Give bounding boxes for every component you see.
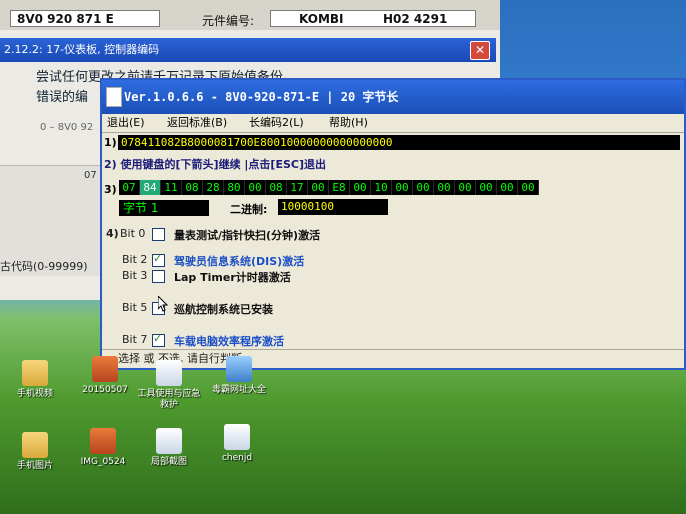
hex-coding-string[interactable]: 078411082B8000081700E8001000000000000000… (118, 135, 680, 150)
bit-checkbox[interactable] (152, 228, 165, 241)
bit-description: 巡航控制系统已安装 (174, 303, 273, 316)
row2-label: 2) (104, 158, 117, 171)
byte-cell[interactable]: 80 (224, 180, 245, 195)
dialog-title: Ver.1.0.6.6 - 8V0-920-871-E | 20 字节长 (124, 90, 399, 104)
row2-text: 使用键盘的[下箭头]继续 |点击[ESC]退出 (120, 158, 326, 171)
document-icon (156, 360, 182, 386)
bit-label: Bit 7 (122, 333, 148, 346)
background-title-text: 2.12.2: 17-仪表板, 控制器编码 (4, 43, 160, 56)
desktop-icon[interactable]: 20150507 (70, 356, 140, 396)
row1-label: 1) (104, 136, 117, 149)
coding-dialog: Ver.1.0.6.6 - 8V0-920-871-E | 20 字节长 退出(… (100, 78, 686, 370)
app-icon (106, 87, 122, 107)
desktop-icon[interactable]: IMG_0524 (68, 428, 138, 468)
desktop-icon[interactable]: 毒霸网址大全 (204, 356, 274, 396)
document-icon (224, 424, 250, 450)
dialog-title-bar: Ver.1.0.6.6 - 8V0-920-871-E | 20 字节长 (102, 80, 684, 114)
row4-label: 4) (106, 227, 119, 240)
desktop-icon-label: 局部截图 (150, 457, 187, 467)
bit-checkbox[interactable] (152, 252, 165, 267)
menu-long-coding-2[interactable]: 长编码2(L) (246, 114, 307, 132)
byte-cell[interactable]: 84 (140, 180, 161, 195)
bit-description: 量表测试/指针快扫(分钟)激活 (174, 229, 321, 242)
bit-checkbox[interactable] (152, 332, 165, 347)
byte-cell[interactable]: 00 (308, 180, 329, 195)
component-value-1: KOMBI (299, 12, 344, 26)
byte-cell[interactable]: 00 (518, 180, 539, 195)
desktop-icon-label: 毒霸网址大全 (211, 385, 266, 395)
byte-cell[interactable]: 08 (182, 180, 203, 195)
byte-cell[interactable]: 10 (371, 180, 392, 195)
byte-cell[interactable]: 00 (350, 180, 371, 195)
desktop-icon-label: 工具使用与应急救护 (137, 389, 201, 410)
bit-label: Bit 2 (122, 253, 148, 266)
row3-label: 3) (104, 183, 117, 196)
desktop-icon-label: 手机图片 (16, 461, 53, 471)
bit-label: Bit 3 (122, 269, 148, 282)
bit-description: 驾驶员信息系统(DIS)激活 (174, 255, 305, 268)
desktop-icon[interactable]: 手机图片 (0, 432, 70, 472)
bit-description: 车载电脑效率程序激活 (174, 335, 284, 348)
byte-cell[interactable]: 28 (203, 180, 224, 195)
background-window-title: 2.12.2: 17-仪表板, 控制器编码 ✕ (0, 38, 496, 62)
bit-checkbox[interactable] (152, 270, 165, 283)
byte-cell[interactable]: 11 (161, 180, 182, 195)
menu-back-to-standard[interactable]: 返回标准(B) (164, 114, 230, 132)
byte-cell[interactable]: E8 (329, 180, 350, 195)
folder-icon (22, 432, 48, 458)
desktop-icon-label: 手机视频 (16, 389, 53, 399)
byte-cell[interactable]: 00 (392, 180, 413, 195)
desktop-icon[interactable]: 手机视频 (0, 360, 70, 400)
menu-help[interactable]: 帮助(H) (326, 114, 371, 132)
close-button[interactable]: ✕ (470, 41, 490, 60)
byte-cell[interactable]: 00 (455, 180, 476, 195)
image-icon (92, 356, 118, 382)
image-icon (90, 428, 116, 454)
byte-cell[interactable]: 17 (287, 180, 308, 195)
binary-value: 10000100 (278, 199, 388, 215)
byte-cell[interactable]: 00 (497, 180, 518, 195)
desktop-icon[interactable]: chenjd (202, 424, 272, 464)
scissors-icon (156, 428, 182, 454)
desktop-icon[interactable]: 局部截图 (134, 428, 204, 468)
component-field: KOMBI H02 4291 (270, 10, 476, 27)
byte-cell[interactable]: 07 (119, 180, 140, 195)
byte-cell[interactable]: 00 (413, 180, 434, 195)
close-icon: ✕ (474, 43, 486, 57)
warning-line-2: 错误的编 (36, 90, 89, 105)
bit-label: Bit 5 (122, 301, 148, 314)
bit-label: Bit 0 (120, 227, 146, 240)
bit-description: Lap Timer计时器激活 (174, 271, 291, 284)
byte-grid: 07 84 11 08 28 80 00 08 17 00 E8 00 10 00 00 00 00 00 00 00 (119, 180, 539, 195)
code-label: 古代码(0-99999) (0, 260, 88, 273)
app-icon (226, 356, 252, 382)
desktop-icon-label: 20150507 (82, 385, 128, 395)
menu-exit[interactable]: 退出(E) (104, 114, 148, 132)
mouse-cursor-icon (158, 296, 168, 312)
component-value-2: H02 4291 (383, 12, 448, 26)
component-label: 元件编号: (202, 14, 255, 28)
row2-instructions: 2) 使用键盘的[下箭头]继续 |点击[ESC]退出 (104, 156, 326, 172)
folder-icon (22, 360, 48, 386)
part-number-field: 8V0 920 871 E (10, 10, 160, 27)
byte-cell[interactable]: 08 (266, 180, 287, 195)
desktop-icon[interactable]: 工具使用与应急救护 (134, 360, 204, 411)
desktop-icon-label: chenjd (221, 453, 253, 463)
small-code: 0 – 8V0 92 (40, 122, 94, 133)
desktop-icon-label: IMG_0524 (80, 457, 126, 467)
byte-cell[interactable]: 00 (434, 180, 455, 195)
byte-cell[interactable]: 00 (476, 180, 497, 195)
binary-label: 二进制: (230, 203, 268, 216)
selected-byte-name: 字节 1 (119, 200, 209, 216)
side-number: 07 (84, 170, 97, 181)
menu-bar: 退出(E) 返回标准(B) 长编码2(L) 帮助(H) (102, 114, 684, 133)
byte-cell[interactable]: 00 (245, 180, 266, 195)
